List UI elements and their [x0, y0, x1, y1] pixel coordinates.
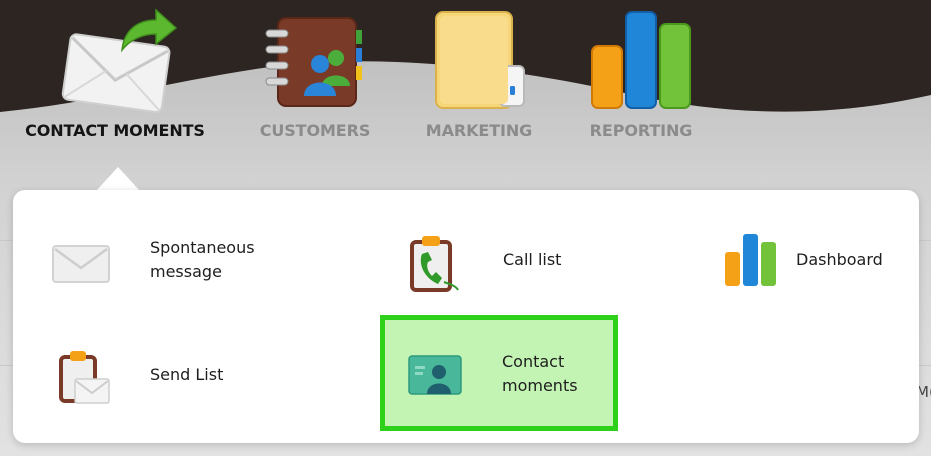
bar-chart-icon [725, 234, 776, 286]
menu-item-send-list[interactable]: Send List [33, 327, 333, 422]
nav-label: MARKETING [425, 121, 533, 140]
envelope-arrow-icon [61, 8, 178, 114]
background-divider [0, 240, 14, 241]
nav-contact-moments[interactable]: CONTACT MOMENTS [20, 0, 210, 150]
menu-item-spontaneous-message[interactable]: Spontaneous message [33, 212, 333, 307]
background-divider [917, 240, 931, 241]
clipboard-envelope-icon [59, 351, 110, 404]
menu-item-label: Call list [503, 250, 562, 269]
dropdown-pointer [96, 167, 140, 191]
menu-item-dashboard[interactable]: Dashboard [713, 212, 913, 307]
menu-item-label: Spontaneous message [150, 238, 255, 281]
menu-item-label: Contact moments [502, 352, 578, 395]
address-book-icon [265, 17, 362, 107]
folder-icon [435, 11, 525, 109]
contact-card-icon [408, 355, 462, 395]
menu-item-label: Dashboard [796, 250, 883, 269]
menu-item-call-list[interactable]: Call list [388, 212, 618, 307]
background-divider [0, 365, 14, 366]
bar-chart-icon [591, 11, 691, 109]
background-divider [917, 365, 931, 366]
clipboard-phone-icon [410, 236, 459, 292]
contact-moments-dropdown: Spontaneous message Call list Dashboard [13, 190, 919, 443]
menu-item-label: Send List [150, 365, 224, 384]
nav-customers[interactable]: CUSTOMERS [240, 0, 390, 150]
nav-reporting[interactable]: REPORTING [566, 0, 716, 150]
envelope-icon [52, 245, 110, 283]
app-page: M( CONTACT MOMENTS [0, 0, 931, 456]
menu-item-contact-moments[interactable]: Contact moments [380, 315, 618, 431]
nav-label: CUSTOMERS [259, 121, 371, 140]
nav-marketing[interactable]: MARKETING [404, 0, 554, 150]
nav-label: CONTACT MOMENTS [25, 121, 205, 140]
nav-label: REPORTING [589, 121, 693, 140]
